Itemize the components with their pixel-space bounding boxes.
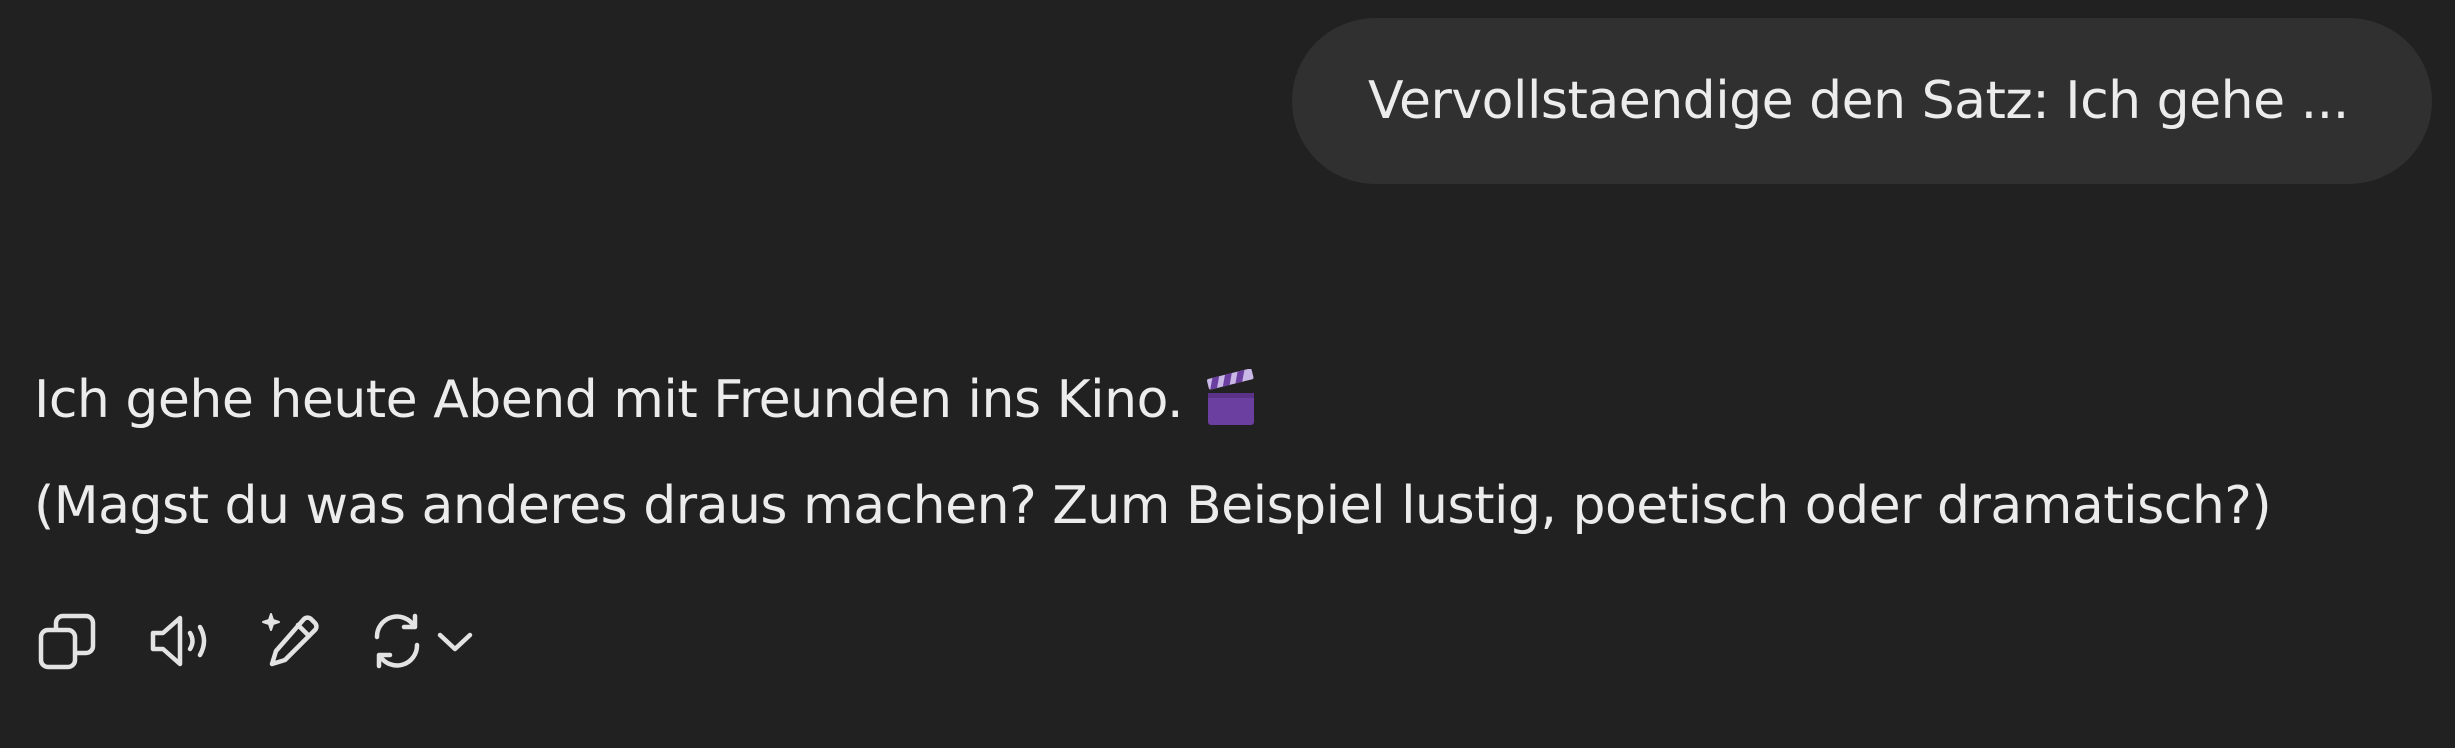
assistant-message: Ich gehe heute Abend mit Freunden ins Ki… bbox=[34, 362, 2424, 544]
assistant-line-1: Ich gehe heute Abend mit Freunden ins Ki… bbox=[34, 362, 2424, 438]
assistant-line-2: (Magst du was anderes draus machen? Zum … bbox=[34, 476, 2272, 536]
regenerate-icon bbox=[367, 611, 427, 671]
user-message-text: Vervollstaendige den Satz: Ich gehe ... bbox=[1368, 71, 2349, 131]
copy-icon bbox=[37, 611, 97, 671]
edit-sparkle-icon bbox=[260, 610, 322, 672]
clapper-board-emoji-icon bbox=[1205, 368, 1257, 427]
edit-button[interactable] bbox=[258, 608, 324, 674]
user-message-bubble: Vervollstaendige den Satz: Ich gehe ... bbox=[1292, 18, 2432, 184]
chevron-down-icon bbox=[435, 621, 475, 661]
assistant-line-1-text: Ich gehe heute Abend mit Freunden ins Ki… bbox=[34, 370, 1184, 430]
message-action-toolbar bbox=[34, 608, 476, 674]
copy-button[interactable] bbox=[34, 608, 100, 674]
regenerate-button[interactable] bbox=[366, 608, 476, 674]
read-aloud-icon bbox=[148, 611, 214, 671]
read-aloud-button[interactable] bbox=[146, 608, 216, 674]
